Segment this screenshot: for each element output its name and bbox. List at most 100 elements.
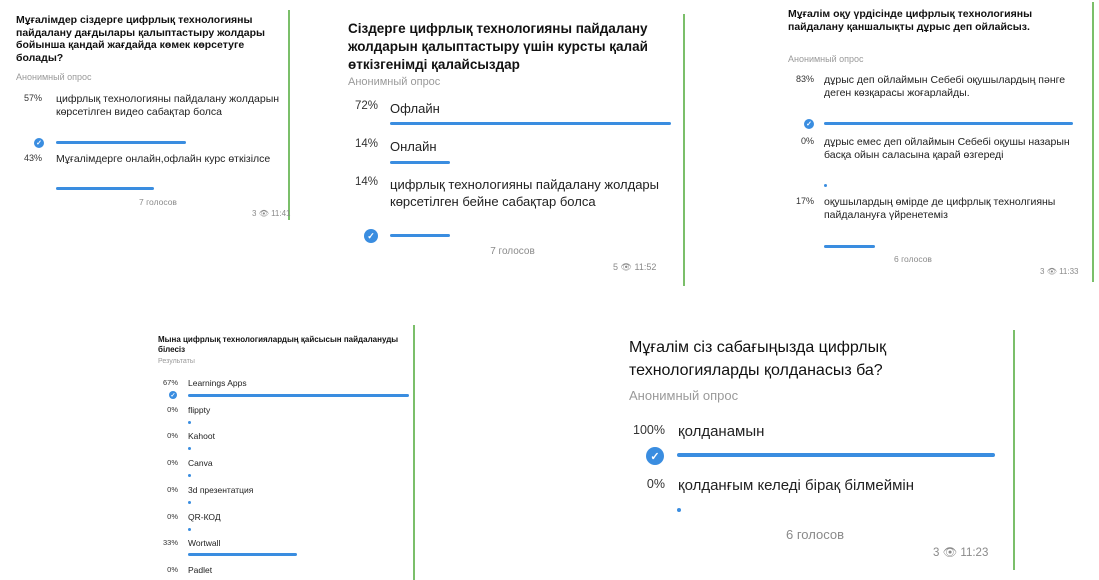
view-count: 3: [252, 209, 257, 218]
option-text: қолданамын: [678, 423, 765, 440]
poll-option[interactable]: 0% QR-КОД: [158, 512, 398, 524]
poll-type: Анонимный опрос: [348, 76, 441, 88]
option-bar: [390, 234, 451, 237]
option-bar: [390, 122, 671, 125]
poll-option[interactable]: 0% Canva: [158, 458, 398, 470]
option-percent: 14%: [354, 176, 378, 188]
option-percent: 57%: [23, 93, 42, 103]
post-time: 11:23: [960, 547, 989, 559]
poll-question: Мұғалімдер сіздерге цифрлық технологияны…: [16, 14, 265, 64]
check-icon: ✓: [34, 138, 44, 148]
poll-option[interactable]: 0% қолданғым келеді бірақ білмеймін: [623, 477, 1003, 499]
poll-type: Анонимный опрос: [788, 54, 864, 64]
poll-option[interactable]: 0% flippty: [158, 405, 398, 417]
option-bar: [824, 184, 827, 187]
poll-option[interactable]: 17% оқушылардың өмірде де цифрлық технол…: [788, 196, 1088, 241]
poll-option[interactable]: 57% цифрлық технологияны пайдалану жолда…: [16, 93, 286, 143]
option-bar: [188, 447, 191, 450]
option-percent: 0%: [167, 458, 178, 467]
option-percent: 72%: [354, 100, 378, 112]
option-percent: 0%: [167, 431, 178, 440]
option-text: дұрыс емес деп ойлаймын Себебі оқушы наз…: [824, 136, 1070, 161]
poll-option[interactable]: 100% қолданамын: [623, 423, 1003, 445]
option-bar: [677, 453, 995, 457]
option-text: қолданғым келеді бірақ білмеймін: [678, 477, 915, 494]
option-percent: 83%: [795, 74, 814, 84]
option-text: Онлайн: [390, 139, 437, 154]
option-text: QR-КОД: [188, 512, 221, 522]
option-text: цифрлық технологияны пайдалану жолдары к…: [390, 177, 660, 209]
option-text: оқушылардың өмірде де цифрлық технолгиян…: [824, 196, 1056, 221]
option-percent: 0%: [167, 405, 178, 414]
option-bar: [824, 122, 1073, 125]
view-count: 5: [613, 262, 619, 272]
post-time: 11:33: [1059, 267, 1079, 276]
check-icon: ✓: [804, 119, 814, 129]
eye-icon: 👁: [942, 547, 958, 559]
eye-icon: 👁: [258, 209, 269, 218]
option-percent: 0%: [646, 477, 665, 491]
option-percent: 0%: [167, 485, 178, 494]
post-meta: 5 👁 11:52: [613, 262, 656, 273]
option-percent: 14%: [354, 138, 378, 150]
vote-count: 7 голосов: [490, 246, 535, 257]
post-meta: 3 👁 11:33: [1040, 267, 1079, 276]
poll-option[interactable]: 0% Padlet: [158, 565, 398, 577]
poll-option[interactable]: 14% цифрлық технологияны пайдалану жолда…: [348, 176, 678, 232]
post-time: 11:52: [634, 262, 657, 272]
poll-option[interactable]: 0% дұрыс емес деп ойлаймын Себебі оқушы …: [788, 136, 1088, 181]
option-bar: [824, 245, 875, 248]
option-percent: 43%: [23, 153, 42, 163]
poll-option[interactable]: 0% Kahoot: [158, 431, 398, 443]
option-bar: [188, 501, 191, 504]
poll-card-3: Мұғалім оқу үрдісінде цифрлық технология…: [782, 2, 1094, 282]
post-meta: 3 👁 11:41: [252, 209, 291, 218]
option-text: Canva: [188, 458, 213, 468]
poll-card-2: Сіздерге цифрлық технологияны пайдалану …: [340, 14, 685, 286]
poll-type: Результаты: [158, 358, 195, 365]
poll-option[interactable]: 33% Wortwall: [158, 538, 398, 550]
option-bar: [188, 421, 191, 424]
option-text: flippty: [188, 405, 211, 415]
option-bar: [56, 187, 155, 190]
poll-card-5: Мұғалім сіз сабағыңызда цифрлық технолог…: [615, 330, 1015, 570]
poll-question: Мына цифрлық технологиялардың қайсысын п…: [158, 335, 399, 354]
poll-card-1: Мұғалімдер сіздерге цифрлық технологияны…: [8, 10, 291, 220]
option-percent: 0%: [167, 512, 178, 521]
poll-question: Мұғалім оқу үрдісінде цифрлық технология…: [788, 8, 1033, 33]
option-percent: 33%: [162, 538, 178, 547]
option-text: Wortwall: [188, 538, 221, 548]
vote-count: 6 голосов: [786, 527, 844, 542]
option-bar: [677, 508, 681, 512]
poll-question: Сіздерге цифрлық технологияны пайдалану …: [348, 21, 648, 72]
vote-count: 6 голосов: [894, 254, 932, 264]
option-bar: [188, 474, 191, 477]
poll-type: Анонимный опрос: [629, 388, 739, 403]
poll-option[interactable]: 43% Мұғалімдерге онлайн,офлайн курс өткі…: [16, 153, 286, 183]
option-bar: [188, 528, 191, 531]
poll-option[interactable]: 83% дұрыс деп ойлаймын Себебі оқушыларды…: [788, 74, 1088, 119]
poll-option[interactable]: 0% 3d презентатция: [158, 485, 398, 497]
view-count: 3: [1040, 267, 1045, 276]
poll-option[interactable]: 72% Офлайн: [348, 100, 678, 122]
option-text: Kahoot: [188, 431, 215, 441]
option-text: Мұғалімдерге онлайн,офлайн курс өткізілс…: [56, 153, 271, 165]
check-icon: ✓: [646, 447, 664, 465]
poll-option[interactable]: 67% Learnings Apps: [158, 378, 398, 390]
post-meta: 3 👁 11:23: [933, 545, 988, 559]
view-count: 3: [933, 547, 940, 559]
option-bar: [56, 141, 186, 144]
poll-card-4: Мына цифрлық технологиялардың қайсысын п…: [150, 325, 415, 580]
check-icon: ✓: [169, 391, 177, 399]
option-bar: [188, 394, 410, 397]
poll-question: Мұғалім сіз сабағыңызда цифрлық технолог…: [629, 339, 887, 379]
option-text: цифрлық технологияны пайдалану жолдарын …: [56, 93, 280, 118]
eye-icon: 👁: [620, 262, 632, 272]
option-text: дұрыс деп ойлаймын Себебі оқушылардың пә…: [824, 74, 1066, 99]
option-percent: 0%: [800, 136, 814, 146]
option-percent: 17%: [795, 196, 814, 206]
poll-option[interactable]: 14% Онлайн: [348, 138, 678, 160]
option-text: 3d презентатция: [188, 485, 254, 495]
check-icon: ✓: [364, 229, 378, 243]
option-percent: 67%: [162, 378, 178, 387]
